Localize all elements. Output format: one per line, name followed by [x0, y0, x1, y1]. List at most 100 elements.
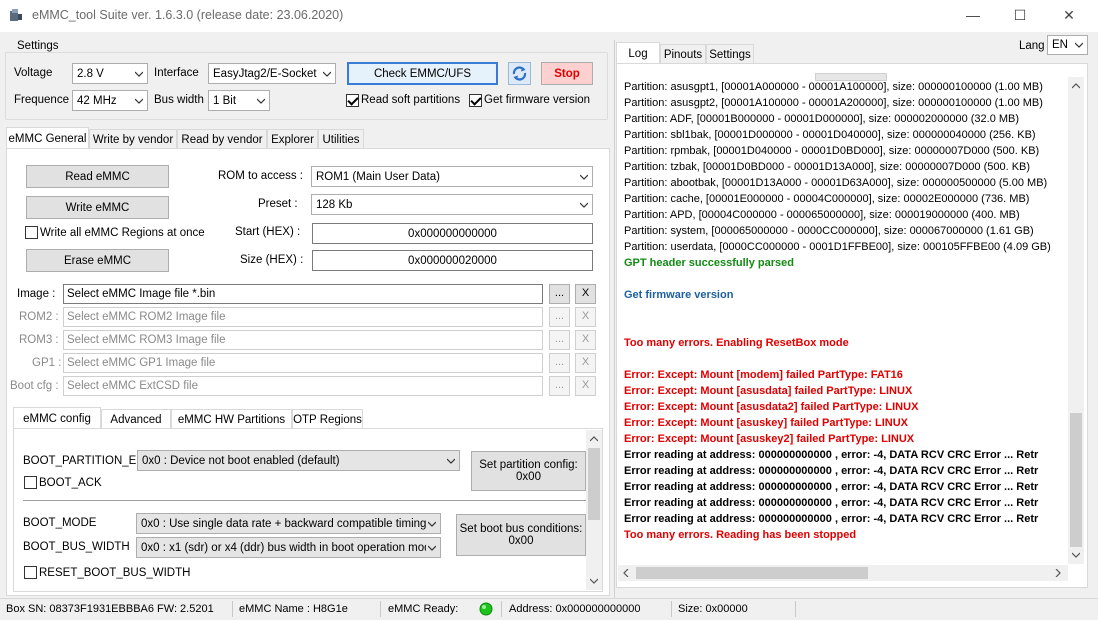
chevron-down-icon — [135, 71, 143, 77]
rom-select[interactable]: ROM1 (Main User Data) — [311, 166, 593, 187]
close-button[interactable]: ✕ — [1046, 0, 1092, 30]
boot-cfg-file-input[interactable]: Select eMMC ExtCSD file — [63, 376, 543, 396]
address-text: Address: 0x000000000000 — [509, 603, 641, 615]
tab-log[interactable]: Log — [616, 42, 660, 64]
erase-emmc-button[interactable]: Erase eMMC — [26, 249, 169, 272]
check-emmc-button[interactable]: Check EMMC/UFS — [347, 62, 498, 85]
interface-label: Interface — [154, 67, 199, 79]
log-line: Too many errors. Reading has been stoppe… — [624, 529, 857, 541]
lang-label: Lang — [1019, 40, 1045, 52]
log-horizontal-scrollbar[interactable] — [618, 565, 1068, 581]
tab-write-by-vendor[interactable]: Write by vendor — [89, 129, 177, 149]
config-scrollbar[interactable] — [586, 430, 602, 590]
rom3-file-input[interactable]: Select eMMC ROM3 Image file — [63, 330, 543, 350]
preset-select[interactable]: 128 Kb — [311, 194, 593, 215]
log-line: Partition: abootbak, [00001D13A000 - 000… — [624, 177, 1048, 189]
log-line: Error: Except: Mount [asuskey2] failed P… — [624, 433, 915, 445]
rom2-file-input[interactable]: Select eMMC ROM2 Image file — [63, 307, 543, 327]
buswidth-select[interactable]: 1 Bit — [208, 90, 270, 111]
rom3-clear-button[interactable]: X — [575, 330, 596, 350]
log-vertical-scrollbar[interactable] — [1068, 77, 1084, 564]
log-line: GPT header successfully parsed — [624, 257, 794, 269]
chevron-up-icon — [590, 436, 598, 442]
preset-label: Preset : — [258, 198, 298, 210]
boot-bus-width-select[interactable]: 0x0 : x1 (sdr) or x4 (ddr) bus width in … — [136, 537, 441, 558]
gp1-browse-button[interactable]: ... — [549, 353, 570, 373]
boot-cfg-browse-button[interactable]: ... — [549, 376, 570, 396]
voltage-label: Voltage — [14, 67, 53, 79]
emmc-name-text: eMMC Name : H8G1e — [239, 603, 348, 615]
frequence-select[interactable]: 42 MHz — [72, 90, 148, 111]
status-bar: Box SN: 08373F1931EBBBA6 FW: 2.5201 eMMC… — [0, 598, 1098, 620]
gp1-file-input[interactable]: Select eMMC GP1 Image file — [63, 353, 543, 373]
splitter[interactable] — [614, 40, 615, 598]
status-separator — [795, 601, 796, 617]
log-line: Error reading at address: 000000000000 ,… — [624, 449, 1039, 461]
tab-emmc-config[interactable]: eMMC config — [13, 407, 101, 429]
tab-read-by-vendor[interactable]: Read by vendor — [177, 129, 267, 149]
reset-boot-bus-width-checkbox[interactable] — [24, 566, 37, 579]
tab-explorer[interactable]: Explorer — [267, 129, 318, 149]
write-all-regions-checkbox[interactable] — [25, 226, 38, 239]
gp1-clear-button[interactable]: X — [575, 353, 596, 373]
minimize-button[interactable]: — — [950, 0, 996, 30]
chevron-down-icon — [590, 578, 598, 584]
rom2-label: ROM2 : — [19, 311, 59, 323]
boot-cfg-clear-button[interactable]: X — [575, 376, 596, 396]
log-line: Partition: APD, [00004C000000 - 00006500… — [624, 209, 1020, 221]
get-firmware-version-label: Get firmware version — [484, 94, 591, 106]
boot-ack-checkbox[interactable] — [24, 476, 37, 489]
config-scrollbar-thumb[interactable] — [588, 448, 600, 520]
status-separator — [232, 601, 233, 617]
tab-pinouts[interactable]: Pinouts — [660, 44, 706, 64]
rom3-browse-button[interactable]: ... — [549, 330, 570, 350]
image-file-input[interactable]: Select eMMC Image file *.bin — [63, 284, 543, 304]
get-firmware-version-checkbox[interactable] — [469, 94, 482, 107]
boot-cfg-label: Boot cfg : — [10, 380, 59, 392]
log-vertical-thumb[interactable] — [1070, 413, 1082, 547]
log-area[interactable]: Partition: asusgpt1, [00001A000000 - 000… — [618, 77, 1068, 564]
start-hex-label: Start (HEX) : — [235, 226, 301, 238]
tab-log-settings[interactable]: Settings — [706, 44, 754, 64]
tab-otp-regions[interactable]: OTP Regions — [292, 409, 363, 429]
rom2-clear-button[interactable]: X — [575, 307, 596, 327]
chevron-down-icon — [257, 98, 265, 104]
log-line: Partition: tzbak, [00001D0BD000 - 00001D… — [624, 161, 1031, 173]
start-hex-input[interactable]: 0x000000000000 — [312, 223, 593, 244]
log-drag-handle[interactable] — [815, 73, 887, 81]
interface-select[interactable]: EasyJtag2/E-Socket — [208, 63, 336, 84]
read-emmc-button[interactable]: Read eMMC — [26, 165, 169, 188]
ready-led-icon — [479, 602, 493, 616]
boot-partition-label: BOOT_PARTITION_EN — [23, 455, 145, 467]
tab-utilities[interactable]: Utilities — [318, 129, 364, 149]
rom2-browse-button[interactable]: ... — [549, 307, 570, 327]
tab-emmc-general[interactable]: eMMC General — [6, 127, 89, 149]
log-line: Partition: asusgpt2, [00001A100000 - 000… — [624, 97, 1043, 109]
chevron-down-icon — [428, 521, 436, 527]
log-horizontal-thumb[interactable] — [636, 567, 868, 579]
image-browse-button[interactable]: ... — [549, 284, 570, 304]
size-text: Size: 0x00000 — [678, 603, 748, 615]
log-line: Error reading at address: 000000000000 ,… — [624, 481, 1039, 493]
voltage-select[interactable]: 2.8 V — [72, 63, 148, 84]
tab-advanced[interactable]: Advanced — [101, 409, 171, 429]
main-window: eMMC_tool Suite ver. 1.6.3.0 (release da… — [0, 0, 1098, 620]
read-soft-partitions-checkbox[interactable] — [346, 94, 359, 107]
refresh-icon[interactable] — [508, 62, 531, 85]
chevron-right-icon — [1055, 569, 1061, 577]
image-clear-button[interactable]: X — [575, 284, 596, 304]
lang-select[interactable]: EN — [1047, 35, 1088, 55]
size-hex-input[interactable]: 0x000000020000 — [312, 250, 593, 271]
write-emmc-button[interactable]: Write eMMC — [26, 196, 169, 219]
buswidth-label: Bus width — [154, 94, 204, 106]
tab-emmc-hw-partitions[interactable]: eMMC HW Partitions — [171, 409, 292, 429]
boot-mode-select[interactable]: 0x0 : Use single data rate + backward co… — [136, 513, 441, 534]
stop-button[interactable]: Stop — [541, 62, 593, 85]
log-line: Partition: ADF, [00001B000000 - 00001D00… — [624, 113, 1020, 125]
set-boot-bus-conditions-button[interactable]: Set boot bus conditions: 0x00 — [456, 514, 586, 556]
box-sn-text: Box SN: 08373F1931EBBBA6 FW: 2.5201 — [6, 603, 214, 615]
config-divider — [23, 500, 586, 502]
set-partition-config-button[interactable]: Set partition config: 0x00 — [471, 451, 586, 491]
maximize-button[interactable]: ☐ — [997, 0, 1043, 30]
boot-partition-select[interactable]: 0x0 : Device not boot enabled (default) — [137, 450, 460, 471]
